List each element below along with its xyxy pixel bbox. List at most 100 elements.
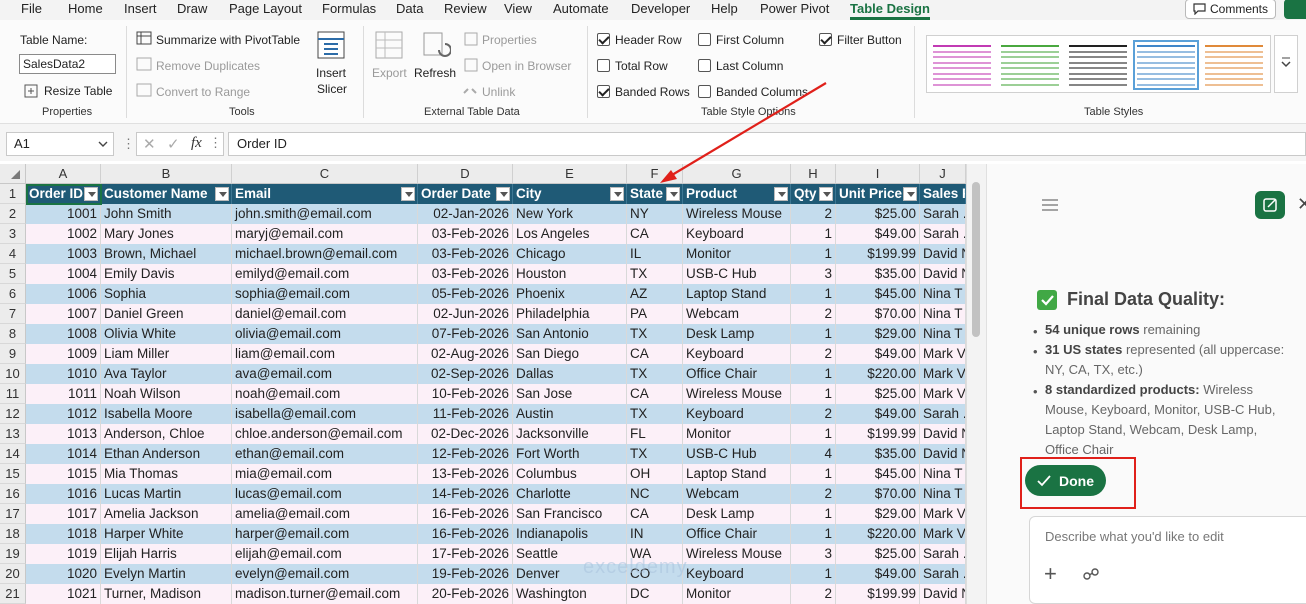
table-cell[interactable]: $29.00: [836, 324, 920, 344]
convert-range-button[interactable]: Convert to Range: [156, 85, 250, 99]
table-cell[interactable]: David N: [920, 584, 966, 604]
table-cell[interactable]: 1007: [26, 304, 101, 324]
table-cell[interactable]: Monitor: [683, 244, 791, 264]
table-cell[interactable]: Indianapolis: [513, 524, 627, 544]
table-cell[interactable]: Nina T: [920, 284, 966, 304]
row-header[interactable]: 11: [0, 384, 26, 404]
hamburger-menu-icon[interactable]: [1041, 198, 1059, 212]
table-style-swatch[interactable]: [1203, 42, 1265, 88]
table-cell[interactable]: 02-Jun-2026: [418, 304, 513, 324]
table-cell[interactable]: 1002: [26, 224, 101, 244]
table-cell[interactable]: San Diego: [513, 344, 627, 364]
table-header-cell[interactable]: Email: [232, 184, 418, 204]
row-header[interactable]: 21: [0, 584, 26, 604]
table-cell[interactable]: Washington: [513, 584, 627, 604]
table-cell[interactable]: Nina T: [920, 324, 966, 344]
table-cell[interactable]: NY: [627, 204, 683, 224]
table-cell[interactable]: Keyboard: [683, 224, 791, 244]
share-button[interactable]: [1284, 0, 1306, 19]
column-header[interactable]: C: [232, 164, 418, 184]
table-cell[interactable]: 10-Feb-2026: [418, 384, 513, 404]
table-header-cell[interactable]: Product: [683, 184, 791, 204]
table-cell[interactable]: 1018: [26, 524, 101, 544]
table-cell[interactable]: harper@email.com: [232, 524, 418, 544]
name-box[interactable]: A1: [6, 132, 114, 156]
table-cell[interactable]: Austin: [513, 404, 627, 424]
table-cell[interactable]: Isabella Moore: [101, 404, 232, 424]
column-header[interactable]: E: [513, 164, 627, 184]
row-header[interactable]: 18: [0, 524, 26, 544]
table-cell[interactable]: Ethan Anderson: [101, 444, 232, 464]
table-cell[interactable]: Olivia White: [101, 324, 232, 344]
table-cell[interactable]: Sarah .: [920, 404, 966, 424]
table-cell[interactable]: $220.00: [836, 364, 920, 384]
table-cell[interactable]: 1011: [26, 384, 101, 404]
table-cell[interactable]: sophia@email.com: [232, 284, 418, 304]
row-header[interactable]: 16: [0, 484, 26, 504]
table-cell[interactable]: ethan@email.com: [232, 444, 418, 464]
table-cell[interactable]: Webcam: [683, 304, 791, 324]
table-cell[interactable]: 1009: [26, 344, 101, 364]
spreadsheet-grid[interactable]: A B C D E F G H I J 1 2 3 4 5 6 7 8 9 10 11 12 13 14 15 16 17 18 19 2…: [0, 164, 966, 604]
table-cell[interactable]: Chicago: [513, 244, 627, 264]
table-cell[interactable]: 1: [791, 224, 836, 244]
table-cell[interactable]: 16-Feb-2026: [418, 504, 513, 524]
filter-dropdown-icon[interactable]: [84, 187, 98, 201]
table-cell[interactable]: Mary Jones: [101, 224, 232, 244]
table-cell[interactable]: Lucas Martin: [101, 484, 232, 504]
refresh-button[interactable]: Refresh: [414, 66, 456, 80]
table-cell[interactable]: chloe.anderson@email.com: [232, 424, 418, 444]
table-cell[interactable]: $45.00: [836, 284, 920, 304]
table-cell[interactable]: CA: [627, 224, 683, 244]
table-cell[interactable]: Keyboard: [683, 344, 791, 364]
row-header[interactable]: 19: [0, 544, 26, 564]
table-cell[interactable]: Mark V: [920, 524, 966, 544]
table-cell[interactable]: TX: [627, 404, 683, 424]
table-cell[interactable]: Sophia: [101, 284, 232, 304]
row-header[interactable]: 1: [0, 184, 26, 204]
menu-data[interactable]: Data: [396, 1, 423, 16]
table-cell[interactable]: 1021: [26, 584, 101, 604]
cancel-icon[interactable]: ✕: [143, 135, 156, 153]
table-cell[interactable]: 2: [791, 404, 836, 424]
close-icon[interactable]: ✕: [1297, 194, 1306, 215]
table-cell[interactable]: CA: [627, 384, 683, 404]
banded-columns-checkbox[interactable]: [698, 85, 711, 98]
table-cell[interactable]: Houston: [513, 264, 627, 284]
table-cell[interactable]: Amelia Jackson: [101, 504, 232, 524]
table-header-cell[interactable]: Order Date: [418, 184, 513, 204]
table-cell[interactable]: 1: [791, 524, 836, 544]
table-cell[interactable]: Laptop Stand: [683, 464, 791, 484]
table-cell[interactable]: Webcam: [683, 484, 791, 504]
edit-prompt-box[interactable]: Describe what you'd like to edit +: [1029, 516, 1306, 604]
table-cell[interactable]: olivia@email.com: [232, 324, 418, 344]
column-header[interactable]: G: [683, 164, 791, 184]
table-cell[interactable]: Elijah Harris: [101, 544, 232, 564]
table-cell[interactable]: OH: [627, 464, 683, 484]
row-header[interactable]: 17: [0, 504, 26, 524]
table-cell[interactable]: 1016: [26, 484, 101, 504]
row-header[interactable]: 9: [0, 344, 26, 364]
table-cell[interactable]: 1014: [26, 444, 101, 464]
row-header[interactable]: 2: [0, 204, 26, 224]
menu-automate[interactable]: Automate: [553, 1, 609, 16]
header-row-checkbox[interactable]: [597, 33, 610, 46]
table-cell[interactable]: 13-Feb-2026: [418, 464, 513, 484]
filter-dropdown-icon[interactable]: [496, 187, 510, 201]
table-cell[interactable]: Sarah .: [920, 224, 966, 244]
row-header[interactable]: 14: [0, 444, 26, 464]
menu-help[interactable]: Help: [711, 1, 738, 16]
table-cell[interactable]: 1: [791, 504, 836, 524]
table-cell[interactable]: USB-C Hub: [683, 444, 791, 464]
column-header[interactable]: I: [836, 164, 920, 184]
table-cell[interactable]: john.smith@email.com: [232, 204, 418, 224]
menu-developer[interactable]: Developer: [631, 1, 690, 16]
table-cell[interactable]: Brown, Michael: [101, 244, 232, 264]
menu-review[interactable]: Review: [444, 1, 487, 16]
table-header-cell[interactable]: City: [513, 184, 627, 204]
table-header-cell[interactable]: Customer Name: [101, 184, 232, 204]
table-cell[interactable]: NC: [627, 484, 683, 504]
table-cell[interactable]: Mia Thomas: [101, 464, 232, 484]
table-cell[interactable]: 02-Dec-2026: [418, 424, 513, 444]
table-cell[interactable]: 2: [791, 304, 836, 324]
